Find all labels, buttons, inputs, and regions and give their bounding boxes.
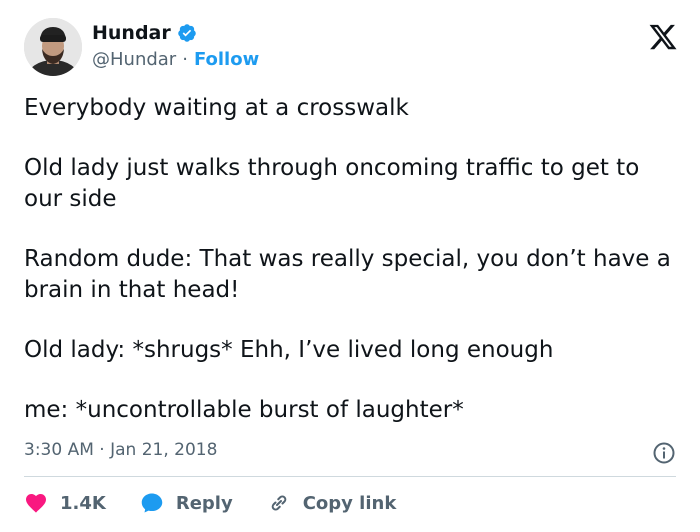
tweet-timestamp[interactable]: 3:30 AM · Jan 21, 2018 bbox=[24, 440, 217, 460]
like-button[interactable]: 1.4K bbox=[24, 491, 106, 515]
reply-label: Reply bbox=[175, 492, 233, 514]
author-name[interactable]: Hundar bbox=[92, 22, 171, 44]
tweet-text: Everybody waiting at a crosswalk Old lad… bbox=[24, 93, 684, 455]
info-icon[interactable] bbox=[652, 441, 676, 465]
like-count: 1.4K bbox=[60, 492, 106, 514]
handle-separator: · bbox=[182, 49, 188, 70]
heart-icon bbox=[26, 494, 46, 513]
tweet-paragraph: me: *uncontrollable burst of laughter* bbox=[24, 397, 464, 423]
divider bbox=[24, 476, 676, 477]
author-handle[interactable]: @Hundar bbox=[92, 49, 176, 70]
tweet-paragraph: Everybody waiting at a crosswalk bbox=[24, 95, 409, 121]
action-bar: 1.4K Reply Copy link bbox=[24, 491, 430, 515]
tweet-paragraph: Old lady: *shrugs* Ehh, I’ve lived long … bbox=[24, 337, 554, 363]
copy-link-button[interactable]: Copy link bbox=[267, 491, 397, 515]
reply-button[interactable]: Reply bbox=[140, 491, 233, 515]
tweet-header: Hundar @Hundar · Follow bbox=[24, 18, 684, 78]
reply-bubble-icon bbox=[141, 493, 163, 513]
verified-badge-icon bbox=[178, 24, 196, 42]
copy-link-label: Copy link bbox=[302, 492, 397, 514]
follow-button[interactable]: Follow bbox=[194, 49, 259, 70]
avatar-photo bbox=[24, 18, 82, 76]
tweet-paragraph: Old lady just walks through oncoming tra… bbox=[24, 155, 647, 212]
avatar[interactable] bbox=[24, 18, 82, 76]
x-logo-icon[interactable] bbox=[648, 22, 678, 52]
tweet-paragraph: Random dude: That was really special, yo… bbox=[24, 246, 679, 303]
link-icon bbox=[271, 495, 286, 511]
